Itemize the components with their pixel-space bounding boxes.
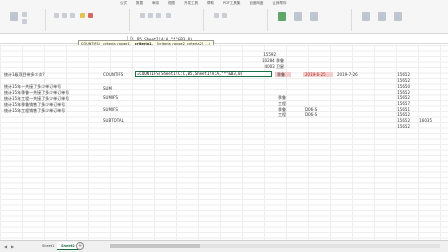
cell-func-4[interactable]: SUMIFS bbox=[103, 107, 118, 112]
menu-tab-data[interactable]: 数据 bbox=[136, 1, 143, 6]
cell-header-number-2[interactable]: 10284 季鲁 bbox=[258, 58, 284, 63]
ribbon-group-editing bbox=[356, 9, 442, 31]
sum-icon[interactable] bbox=[362, 12, 370, 21]
cell-func-2[interactable]: SUMIFS bbox=[103, 95, 118, 100]
cell-code-5[interactable]: D06-S bbox=[305, 112, 317, 117]
cell-pink-label[interactable]: 季鲁 bbox=[277, 72, 285, 77]
cell-header-number-1[interactable]: 15592 bbox=[262, 52, 276, 57]
align-right-icon[interactable] bbox=[156, 13, 161, 18]
copy-icon[interactable] bbox=[22, 19, 27, 24]
menu-tab-review[interactable]: 审阅 bbox=[152, 1, 159, 6]
menu-tab-pdf[interactable]: PDF工具集 bbox=[223, 1, 240, 6]
merge-icon[interactable] bbox=[166, 13, 171, 18]
cell-question-4[interactable]: 统计15年季鲁销售了多少单订单号 bbox=[4, 102, 65, 107]
cell-question-2[interactable]: 统计15年季鲁一共接了多少单订单号 bbox=[4, 90, 69, 95]
cell-right-8[interactable]: 15652 bbox=[392, 112, 410, 117]
italic-icon[interactable] bbox=[62, 13, 67, 18]
menu-tab-formulas[interactable]: 公式 bbox=[120, 1, 127, 6]
formula-bar: fx B5,Sheet1!A:A,"*"&B3,0) bbox=[0, 35, 448, 44]
cell-question-5[interactable]: 统计15年工程销售了多少单订单号 bbox=[4, 108, 65, 113]
cell-func-5[interactable]: SUBTOTAL bbox=[103, 118, 124, 123]
font-color-icon[interactable] bbox=[88, 13, 93, 18]
menu-tab-view[interactable]: 视图 bbox=[168, 1, 175, 6]
paste-icon[interactable] bbox=[10, 12, 18, 21]
ribbon: 公式 数据 审阅 视图 开发工具 帮助 PDF工具集 百度网盘 让我帮你 bbox=[0, 0, 448, 34]
ribbon-group-font bbox=[50, 9, 130, 31]
sort-filter-icon[interactable] bbox=[378, 12, 386, 21]
bold-icon[interactable] bbox=[54, 13, 59, 18]
ribbon-group-clipboard bbox=[6, 9, 46, 31]
align-center-icon[interactable] bbox=[148, 13, 153, 18]
menu-tab-baidu[interactable]: 百度网盘 bbox=[249, 1, 263, 6]
cell-right-3[interactable]: 15650 bbox=[392, 84, 410, 89]
cell-name-2[interactable]: 季鲁 bbox=[278, 95, 286, 100]
next-sheet-icon[interactable]: ▶ bbox=[11, 244, 14, 249]
cell-right-1[interactable]: 15652 bbox=[392, 72, 410, 77]
cell-header-number-3[interactable]: 4003 卫星 bbox=[258, 64, 284, 69]
ribbon-group-styles bbox=[272, 9, 352, 31]
cell-name-5[interactable]: 工程 bbox=[278, 112, 286, 117]
cell-right-10[interactable]: 15652 bbox=[392, 124, 410, 129]
add-sheet-button[interactable]: + bbox=[76, 242, 84, 250]
cell-name-3[interactable]: 工程 bbox=[278, 101, 286, 106]
menu-tab-tellme[interactable]: 让我帮你 bbox=[272, 1, 286, 6]
ribbon-group-alignment bbox=[134, 9, 204, 31]
cell-right-6[interactable]: 15657 bbox=[392, 101, 410, 106]
format-table-icon[interactable] bbox=[294, 12, 302, 21]
cut-icon[interactable] bbox=[22, 12, 27, 17]
cell-far-right[interactable]: 16035 bbox=[414, 118, 432, 123]
cell-editing-formula[interactable]: =COUNTIFS(Sheet1!C:C,B5,Sheet1!A:A,"*"&B… bbox=[135, 71, 272, 77]
sheet-tab-sheet1[interactable]: Sheet1 bbox=[38, 242, 58, 250]
find-select-icon[interactable] bbox=[394, 12, 402, 21]
cell-a3[interactable]: 统计1级项目带多少次? bbox=[4, 72, 45, 77]
conditional-format-icon[interactable] bbox=[278, 12, 286, 21]
comma-icon[interactable] bbox=[222, 13, 227, 18]
cell-right-2[interactable]: 15652 bbox=[392, 78, 410, 83]
cell-date-2[interactable]: 2019-7-26 bbox=[337, 72, 358, 77]
menu-tab-developer[interactable]: 开发工具 bbox=[184, 1, 198, 6]
prev-sheet-icon[interactable]: ◀ bbox=[4, 244, 7, 249]
fill-color-icon[interactable] bbox=[80, 13, 85, 18]
cell-func-1[interactable]: SUM bbox=[103, 86, 112, 91]
cell-styles-icon[interactable] bbox=[310, 12, 318, 21]
sheet-tab-bar: ◀ ▶ Sheet1 Sheet2 + bbox=[0, 240, 448, 252]
horizontal-scrollbar[interactable] bbox=[110, 244, 440, 248]
menu-tabs: 公式 数据 审阅 视图 开发工具 帮助 PDF工具集 百度网盘 让我帮你 bbox=[120, 1, 286, 6]
ribbon-group-number bbox=[208, 9, 268, 31]
horizontal-scroll-thumb[interactable] bbox=[110, 244, 200, 248]
cell-right-9[interactable]: 15652 bbox=[392, 118, 410, 123]
menu-tab-help[interactable]: 帮助 bbox=[207, 1, 214, 6]
cell-right-5[interactable]: 15652 bbox=[392, 95, 410, 100]
cell-question-1[interactable]: 统计15年一共接了多少单订单号 bbox=[4, 84, 61, 89]
percent-icon[interactable] bbox=[214, 13, 219, 18]
underline-icon[interactable] bbox=[70, 13, 75, 18]
cell-pink-date[interactable]: 2019-6-25 bbox=[305, 72, 326, 77]
align-left-icon[interactable] bbox=[140, 13, 145, 18]
cell-question-3[interactable]: 统计15年工程一共接了多少单订单号 bbox=[4, 96, 69, 101]
cell-b3[interactable]: COUNTIFS bbox=[103, 72, 123, 77]
